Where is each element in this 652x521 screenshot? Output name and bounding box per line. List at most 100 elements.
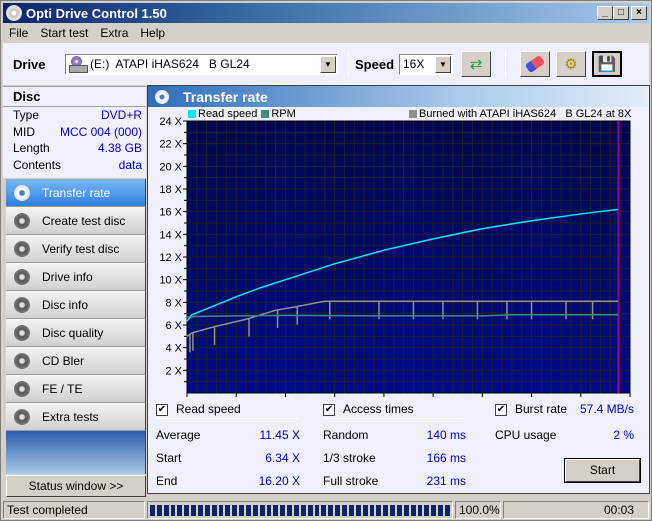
speed-select[interactable]: 16X ▼ [399,53,453,75]
refresh-icon: ⇄ [469,56,483,73]
progress-block [232,504,238,516]
elapsed-time: 00:03 [503,501,649,519]
progress-block [239,504,245,516]
nav-drive-info[interactable]: Drive info [6,263,146,291]
average-label: Average [156,428,201,442]
disc-icon [14,240,30,257]
nav-disc-info[interactable]: Disc info [6,291,146,319]
menu-bar: File Start test Extra Help [3,24,171,42]
nav-transfer-rate[interactable]: Transfer rate [6,179,146,207]
menu-file[interactable]: File [3,26,34,40]
progress-block [218,504,224,516]
random-value: 140 ms [426,428,466,442]
nav-disc-quality[interactable]: Disc quality [6,319,146,347]
status-window-button[interactable]: Status window >> [6,475,146,497]
progress-block [259,504,265,516]
progress-block [294,504,299,516]
start-button[interactable]: Start [564,458,641,483]
disc-row-contents: Contents data [3,157,146,174]
progress-block [163,504,169,516]
settings-button[interactable]: ⚙ [556,51,586,77]
disc-icon [14,352,30,369]
progress-block [204,504,210,516]
disc-label: Length [13,141,50,155]
random-label: Random [323,428,369,442]
progress-block [300,504,306,516]
progress-block [410,504,416,516]
eraser-icon [524,54,546,74]
checkbox-checked-icon: ✔ [156,403,168,416]
y-tick-label: 4 X [165,343,182,355]
close-button[interactable]: × [631,6,647,20]
y-tick-label: 8 X [165,297,182,309]
progress-block [424,504,430,516]
nav-label: FE / TE [42,381,83,396]
menu-start-test[interactable]: Start test [34,26,94,40]
transfer-rate-chart: 2 X 4 X 6 X 8 X 10 X 12 X 14 X 16 X 18 X 20 X 22 X… [159,116,631,397]
drive-select[interactable]: (E:) ATAPI iHAS624 B GL24 ▼ [65,53,338,75]
refresh-button[interactable]: ⇄ [461,51,491,77]
progress-block [438,504,443,516]
maximize-button[interactable]: □ [613,6,629,20]
progress-block [396,504,402,516]
chevron-down-icon[interactable]: ▼ [435,55,451,73]
drive-label: Drive [13,56,46,72]
progress-block [403,504,409,516]
nav-fe-te[interactable]: FE / TE [6,375,146,403]
progress-block [307,504,313,516]
progress-block [225,504,231,516]
y-tick-label: 24 X [159,116,182,128]
chevron-down-icon[interactable]: ▼ [320,55,336,73]
cpu-usage-label: CPU usage [495,428,557,442]
nav-label: Create test disc [42,213,126,228]
progress-block [383,504,389,516]
disc-heading: Disc [3,87,146,107]
average-value: 11.45 X [259,428,300,442]
progress-block [211,504,217,516]
progress-block [252,504,258,516]
burst-rate-value: 57.4 MB/s [579,402,634,416]
disc-row-length: Length 4.38 GB [3,140,146,157]
erase-button[interactable] [520,51,550,77]
y-tick-label: 12 X [159,252,182,264]
stats-panel: ✔ Read speed Average 11.45 X Start 6.34 X… [148,398,649,494]
menu-help[interactable]: Help [134,26,171,40]
read-speed-label: Read speed [176,402,241,416]
y-tick-label: 16 X [159,207,182,219]
progress-block [431,504,437,516]
start-value: 6.34 X [265,451,300,465]
progress-block [376,504,382,516]
progress-block [156,504,162,516]
disc-info-icon [14,296,30,313]
save-button[interactable]: 💾 [592,51,622,77]
nav-create-test-disc[interactable]: Create test disc [6,207,146,235]
progress-block [273,504,279,516]
nav-verify-test-disc[interactable]: Verify test disc [6,235,146,263]
progress-block [328,504,334,516]
drive-value: (E:) ATAPI iHAS624 B GL24 [90,57,250,71]
progress-block [177,504,183,516]
save-icon: 💾 [597,56,617,73]
disc-icon [14,408,30,425]
read-speed-checkbox[interactable]: ✔ Read speed [156,402,241,416]
y-tick-label: 20 X [159,161,182,173]
progress-text: 100.0% [455,501,501,519]
access-times-checkbox[interactable]: ✔ Access times [323,402,414,416]
progress-block [355,504,361,516]
cpu-usage-value: 2 % [613,428,634,442]
burst-rate-checkbox[interactable]: ✔ Burst rate [495,402,567,416]
panel-title: Transfer rate [183,88,268,105]
disc-value: 4.38 GB [97,141,142,155]
nav-extra-tests[interactable]: Extra tests [6,403,146,431]
sidebar-decoration [6,431,146,474]
nav-label: CD Bler [42,353,85,368]
minimize-button[interactable]: _ [597,6,613,20]
menu-extra[interactable]: Extra [94,26,134,40]
disc-label: Contents [13,157,62,172]
progress-block [369,504,375,516]
nav-label: Extra tests [42,409,99,424]
transfer-rate-panel: Transfer rate Read speed RPM Burned with… [147,85,650,494]
disc-value: MCC 004 (000) [59,124,142,139]
transfer-rate-icon [14,184,30,201]
nav-cd-bler[interactable]: CD Bler [6,347,146,375]
